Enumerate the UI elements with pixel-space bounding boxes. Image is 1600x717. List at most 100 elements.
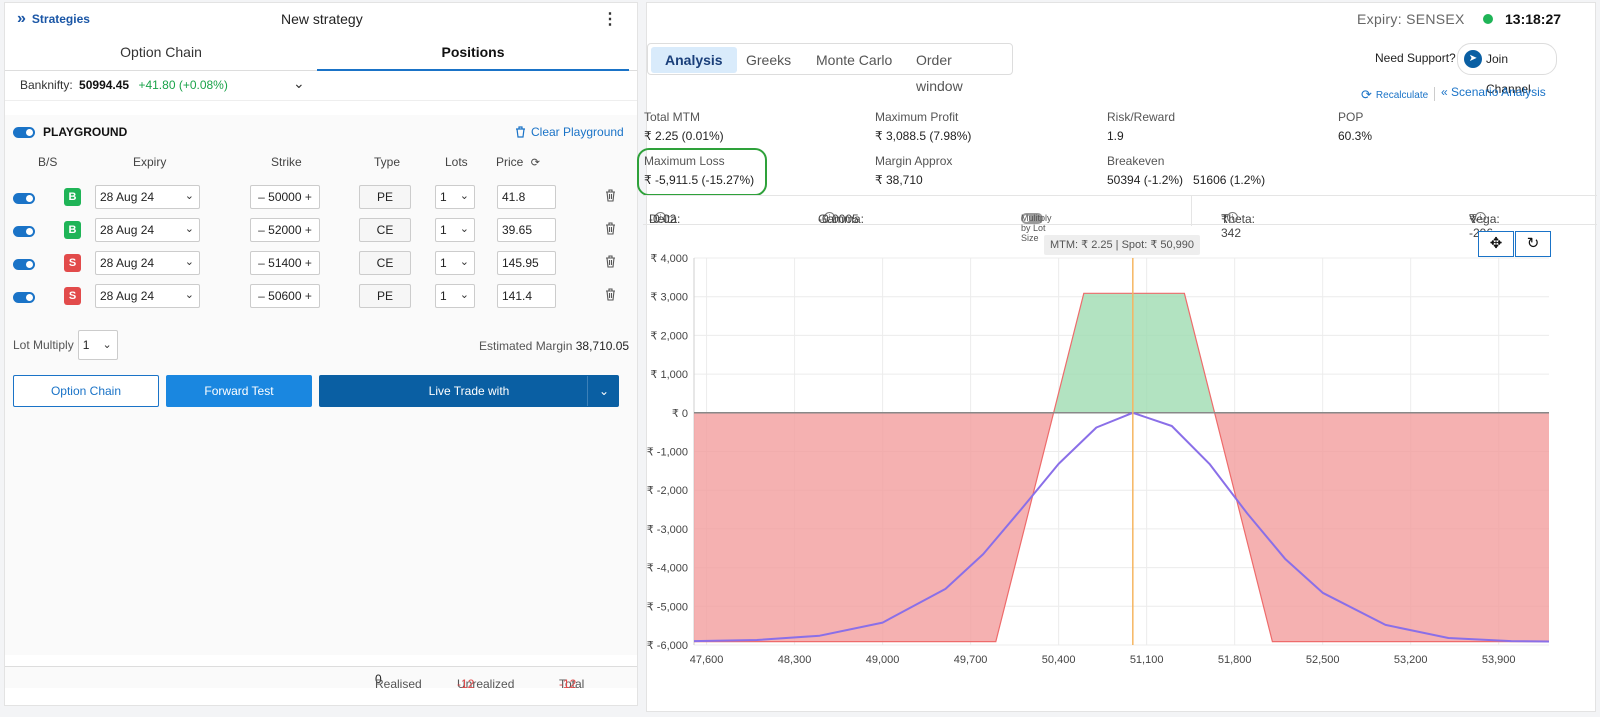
max-loss-label: Maximum Loss	[644, 154, 725, 168]
sell-badge[interactable]: S	[64, 287, 81, 305]
plus-icon[interactable]: +	[305, 289, 312, 303]
option-chain-button[interactable]: Option Chain	[13, 375, 159, 407]
tab-option-chain[interactable]: Option Chain	[5, 37, 317, 71]
payoff-chart: ₹ 4,000 ₹ 3,000 ₹ 2,000 ₹ 1,000 ₹ 0 ₹ -1,000 ₹…	[646, 227, 1596, 713]
tab-positions[interactable]: Positions	[317, 37, 629, 71]
join-channel-button[interactable]: ➤ Join Channel	[1457, 43, 1557, 96]
divider	[1434, 87, 1435, 101]
strike-stepper[interactable]: – 51400 +	[250, 251, 320, 275]
expiry-select[interactable]: 28 Aug 24 ⌄	[95, 218, 200, 242]
refresh-icon: ⟳	[1361, 87, 1372, 102]
live-trade-button[interactable]: Live Trade with ⌄	[319, 375, 619, 407]
price-input[interactable]: 145.95	[497, 251, 556, 275]
minus-icon[interactable]: –	[258, 256, 265, 270]
trash-icon[interactable]	[605, 255, 616, 271]
chevron-down-icon[interactable]: ⌄	[293, 75, 305, 92]
option-type[interactable]: CE	[359, 251, 411, 275]
divider	[1191, 196, 1192, 226]
plus-icon[interactable]: +	[305, 256, 312, 270]
lots-value: 1	[440, 289, 447, 303]
telegram-icon: ➤	[1464, 50, 1482, 68]
lots-select[interactable]: 1 ⌄	[435, 251, 475, 275]
minus-icon[interactable]: –	[258, 289, 265, 303]
leg-toggle[interactable]	[13, 193, 35, 204]
trash-icon[interactable]	[605, 189, 616, 205]
leg-toggle[interactable]	[13, 226, 35, 237]
option-type[interactable]: PE	[359, 284, 411, 308]
leg-toggle[interactable]	[13, 292, 35, 303]
chevron-down-icon[interactable]: ⌄	[599, 376, 609, 406]
realised-pnl: Realised 0	[375, 672, 422, 691]
strategy-header: » Strategies New strategy ⋮	[5, 3, 637, 35]
col-strike: Strike	[271, 155, 302, 169]
chart-tooltip: MTM: ₹ 2.25 | Spot: ₹ 50,990	[1044, 235, 1201, 255]
metric-max-loss: Maximum Loss ₹ -5,911.5 (-15.27%)	[644, 154, 754, 187]
y-tick-label: ₹ -4,000	[647, 563, 688, 575]
double-chevron-left-icon: «	[1441, 85, 1448, 99]
lots-select[interactable]: 1 ⌄	[435, 218, 475, 242]
lot-multiply-select[interactable]: 1 ⌄	[77, 330, 118, 360]
plus-icon[interactable]: +	[305, 190, 312, 204]
pan-icon[interactable]: ✥	[1478, 231, 1514, 257]
refresh-icon[interactable]: ⟳	[531, 157, 540, 169]
forward-test-button[interactable]: Forward Test	[166, 375, 312, 407]
trash-icon[interactable]	[605, 288, 616, 304]
strike-stepper[interactable]: – 50600 +	[250, 284, 320, 308]
price-input[interactable]: 39.65	[497, 218, 556, 242]
y-tick-label: ₹ 3,000	[650, 292, 688, 304]
reset-icon[interactable]: ↻	[1515, 231, 1551, 257]
lots-select[interactable]: 1 ⌄	[435, 185, 475, 209]
x-tick-label: 52,500	[1306, 654, 1340, 666]
expiry-select[interactable]: 28 Aug 24 ⌄	[95, 185, 200, 209]
x-tick-label: 47,600	[690, 654, 724, 666]
trash-icon[interactable]	[605, 222, 616, 238]
buy-badge[interactable]: B	[64, 188, 81, 206]
tab-analysis[interactable]: Analysis	[651, 47, 737, 73]
button-divider	[587, 376, 588, 406]
kebab-menu-icon[interactable]: ⋮	[602, 9, 618, 29]
option-type[interactable]: CE	[359, 218, 411, 242]
playground-toggle[interactable]	[13, 126, 35, 138]
underlying-change: +41.80 (+0.08%)	[138, 78, 228, 92]
leg-toggle[interactable]	[13, 259, 35, 270]
price-input[interactable]: 141.4	[497, 284, 556, 308]
tab-monte-carlo[interactable]: Monte Carlo	[802, 47, 906, 73]
strategies-link[interactable]: » Strategies	[17, 11, 90, 27]
strategy-name[interactable]: New strategy	[281, 11, 363, 27]
clear-playground-button[interactable]: Clear Playground	[515, 125, 624, 139]
expiry-select[interactable]: 28 Aug 24 ⌄	[95, 251, 200, 275]
tab-order-window[interactable]: Order window	[902, 47, 1012, 94]
x-tick-label: 49,700	[954, 654, 988, 666]
price-input[interactable]: 41.8	[497, 185, 556, 209]
payoff-chart-svg[interactable]: ₹ 4,000 ₹ 3,000 ₹ 2,000 ₹ 1,000 ₹ 0 ₹ -1,000 ₹…	[646, 227, 1596, 713]
expiry-value: 28 Aug 24	[100, 190, 155, 204]
underlying-selector[interactable]: Banknifty: 50994.45 +41.80 (+0.08%) ⌄	[5, 71, 637, 101]
lots-value: 1	[440, 190, 447, 204]
strike-stepper[interactable]: – 52000 +	[250, 218, 320, 242]
option-type[interactable]: PE	[359, 185, 411, 209]
lot-multiply-value: 1	[82, 338, 90, 352]
plus-icon[interactable]: +	[305, 223, 312, 237]
leg-row: S 28 Aug 24 ⌄ – 50600 + PE 1 ⌄ 141.4	[5, 284, 637, 310]
analysis-tabs: Analysis Greeks Monte Carlo Order window	[647, 43, 1013, 94]
strike-stepper[interactable]: – 50000 +	[250, 185, 320, 209]
lots-select[interactable]: 1 ⌄	[435, 284, 475, 308]
recalculate-button[interactable]: ⟳ Recalculate	[1361, 87, 1428, 103]
estimated-margin-label: Estimated Margin	[479, 339, 573, 353]
expiry-select[interactable]: 28 Aug 24 ⌄	[95, 284, 200, 308]
minus-icon[interactable]: –	[258, 190, 265, 204]
realised-label: Realised	[375, 677, 422, 691]
chevron-down-icon: ⌄	[459, 190, 469, 202]
buy-badge[interactable]: B	[64, 221, 81, 239]
total-value: -12	[559, 677, 577, 691]
col-type: Type	[374, 155, 401, 169]
sell-badge[interactable]: S	[64, 254, 81, 272]
profit-area	[694, 293, 1549, 413]
metric-risk-reward: Risk/Reward 1.9	[1107, 110, 1175, 143]
minus-icon[interactable]: –	[258, 223, 265, 237]
strike-value: 52000	[268, 223, 302, 237]
scenario-analysis-link[interactable]: « Scenario Analysis	[1441, 85, 1546, 99]
tab-greeks[interactable]: Greeks	[732, 47, 805, 73]
analysis-panel: Expiry: SENSEX 13:18:27 Analysis Greeks …	[637, 2, 1597, 713]
chevron-down-icon: ⌄	[459, 223, 469, 235]
